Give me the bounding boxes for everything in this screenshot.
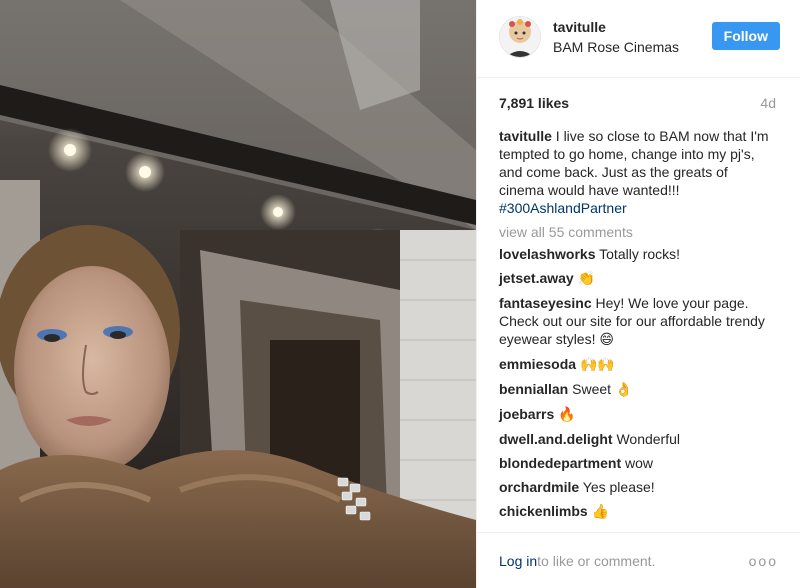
comment-username[interactable]: jetset.away: [499, 270, 574, 286]
comment-item: orchardmile Yes please!: [499, 478, 776, 496]
comment-text: Totally rocks!: [599, 246, 681, 262]
comment-username[interactable]: joebarrs: [499, 406, 554, 422]
post-header: tavitulle BAM Rose Cinemas Follow: [477, 0, 800, 78]
comment-username[interactable]: benniallan: [499, 381, 568, 397]
comment-username[interactable]: lovelashworks: [499, 246, 596, 262]
thumbs-up-emoji-icon: 👍: [591, 504, 610, 520]
post-photo[interactable]: [0, 0, 476, 588]
selfie-image: [0, 0, 476, 588]
ok-hand-emoji-icon: 👌: [614, 382, 633, 398]
post-username[interactable]: tavitulle: [553, 18, 679, 36]
comment-item: benniallan Sweet 👌: [499, 380, 776, 399]
comment-username[interactable]: orchardmile: [499, 479, 579, 495]
more-options-icon[interactable]: ooo: [749, 553, 778, 569]
grinning-face-emoji-icon: 😄: [599, 332, 614, 348]
comment-item: lovelashworks Totally rocks!: [499, 245, 776, 263]
follow-button[interactable]: Follow: [711, 22, 780, 50]
comment-text: Sweet: [572, 381, 612, 397]
avatar-illustration-icon: [500, 17, 540, 57]
comment-username[interactable]: blondedepartment: [499, 455, 621, 471]
comment-item: fantaseyesinc Hey! We love your page. Ch…: [499, 294, 776, 349]
instagram-post: tavitulle BAM Rose Cinemas Follow 7,891 …: [0, 0, 800, 588]
comment-text: Wonderful: [616, 431, 681, 447]
comment-username[interactable]: emmiesoda: [499, 356, 576, 372]
comment-username[interactable]: chickenlimbs: [499, 503, 588, 519]
comment-item: dwell.and.delight Wonderful: [499, 430, 776, 448]
comment-item: jetset.away 👏: [499, 269, 776, 288]
comment-item: emmiesoda 🙌🙌: [499, 355, 776, 374]
caption-hashtag[interactable]: #300AshlandPartner: [499, 200, 627, 216]
comments-section: tavitulle I live so close to BAM now tha…: [477, 115, 800, 527]
view-all-comments-link[interactable]: view all 55 comments: [499, 223, 776, 241]
post-meta: 7,891 likes 4d: [477, 78, 800, 115]
clapping-hands-emoji-icon: 👏: [577, 271, 596, 287]
login-prompt-text: to like or comment.: [537, 552, 656, 569]
raised-hands-emoji-icon: 🙌🙌: [579, 357, 615, 373]
comment-item: blondedepartment wow: [499, 454, 776, 472]
comment-item: chickenlimbs 👍: [499, 502, 776, 521]
login-link[interactable]: Log in: [499, 553, 537, 569]
likes-count[interactable]: 7,891 likes: [499, 95, 569, 115]
post-caption: tavitulle I live so close to BAM now tha…: [499, 127, 776, 217]
post-sidebar: tavitulle BAM Rose Cinemas Follow 7,891 …: [476, 0, 800, 588]
fire-emoji-icon: 🔥: [558, 407, 576, 423]
comment-item: joebarrs 🔥: [499, 405, 776, 424]
comment-text: Yes please!: [582, 479, 655, 495]
post-location[interactable]: BAM Rose Cinemas: [553, 38, 679, 56]
comment-username[interactable]: dwell.and.delight: [499, 431, 613, 447]
caption-username[interactable]: tavitulle: [499, 128, 552, 144]
post-footer: Log in to like or comment. ooo: [477, 532, 800, 588]
comment-username[interactable]: fantaseyesinc: [499, 295, 592, 311]
post-age[interactable]: 4d: [760, 95, 776, 115]
profile-avatar[interactable]: [499, 16, 541, 58]
comment-text: wow: [625, 455, 654, 471]
